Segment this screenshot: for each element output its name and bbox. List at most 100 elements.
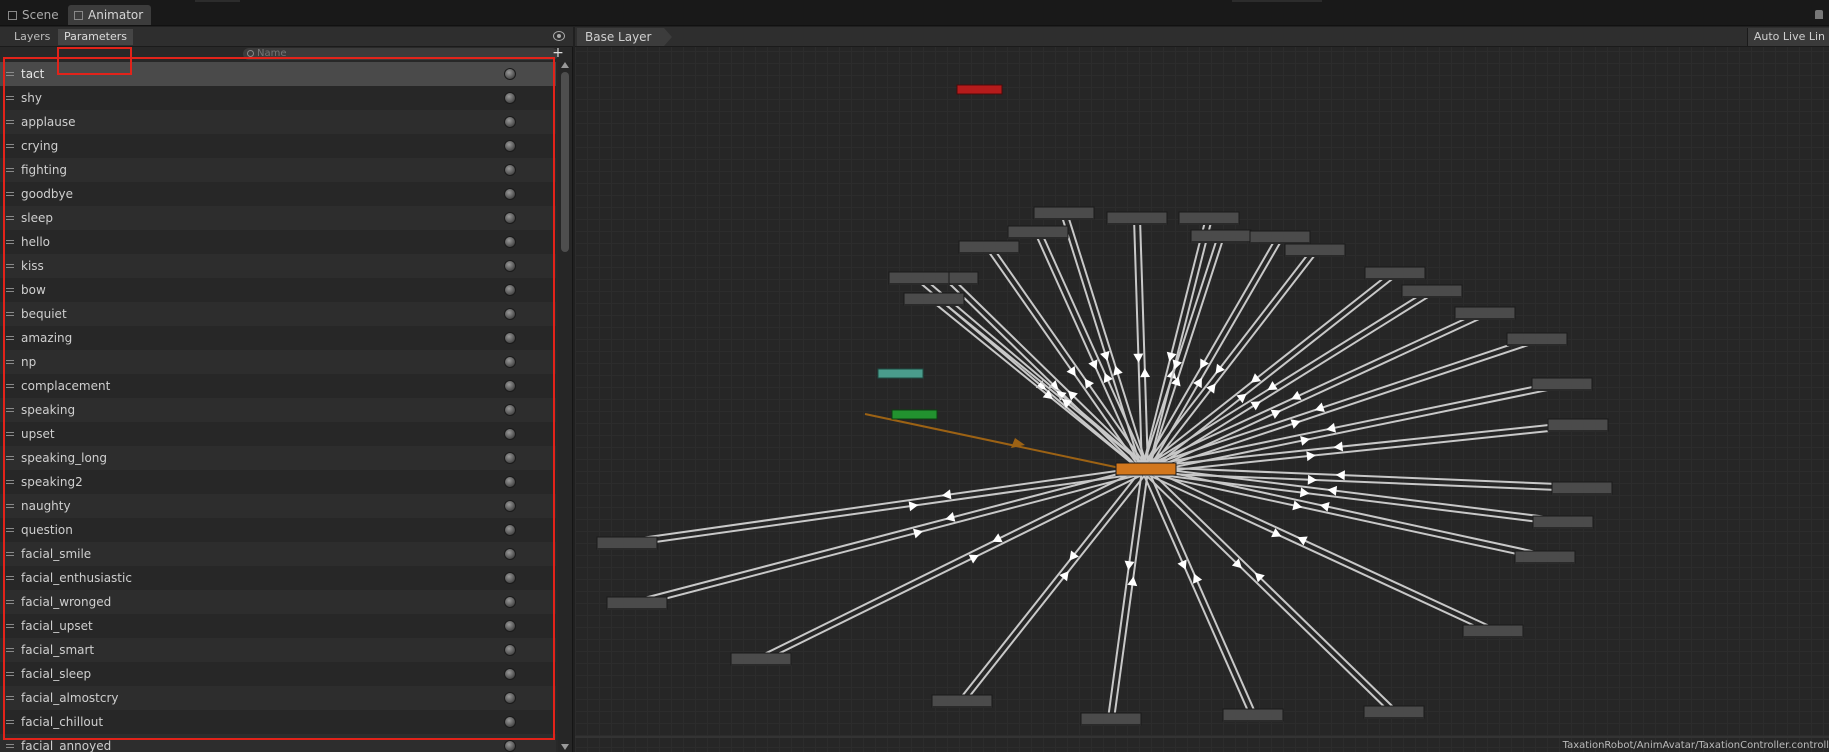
transition-arrow [1307, 474, 1317, 485]
state-node-shadow [607, 608, 667, 610]
divider [1232, 0, 1322, 2]
tab-animator[interactable]: Animator [68, 5, 152, 25]
transition-arrow [1300, 435, 1310, 446]
transition-line [626, 466, 1145, 542]
state-node [1514, 550, 1576, 564]
transition-line [761, 471, 1147, 663]
state-node [1222, 708, 1284, 722]
lock-icon[interactable] [1815, 10, 1823, 19]
state-node-shadow [1552, 493, 1612, 495]
state-node-shadow [1223, 720, 1283, 722]
transition-arrow [941, 489, 952, 500]
state-node [1007, 225, 1069, 239]
search-icon [247, 50, 254, 57]
state-node-shadow [731, 664, 791, 666]
any-state-node [877, 368, 924, 379]
state-node-shadow [1463, 636, 1523, 638]
scroll-thumb[interactable] [561, 72, 569, 252]
transition-line [1141, 217, 1208, 470]
window-tab-bar: Scene Animator [0, 0, 1829, 26]
state-node-shadow [1507, 344, 1567, 346]
animator-icon [74, 11, 83, 20]
transition-line [1142, 471, 1393, 715]
parameter-scrollbar[interactable] [558, 62, 572, 752]
drag-handle-icon[interactable] [6, 744, 14, 748]
state-node-shadow [1455, 318, 1515, 320]
state-node-shadow [1533, 527, 1593, 529]
state-node-shadow [1532, 389, 1592, 391]
state-node [1401, 284, 1463, 298]
state-node-shadow [1081, 724, 1141, 726]
transition-arrow [912, 528, 923, 539]
transition-arrow [1292, 500, 1303, 511]
transition-line [935, 295, 1148, 469]
state-node-shadow [932, 706, 992, 708]
state-node-shadow [1034, 218, 1094, 220]
default-state-node [1115, 462, 1177, 476]
state-node-shadow [597, 548, 657, 550]
state-node [730, 652, 792, 666]
tab-scene[interactable]: Scene [2, 5, 67, 25]
tab-layers[interactable]: Layers [8, 29, 56, 45]
state-node [1364, 266, 1426, 280]
entry-node [891, 409, 938, 420]
state-node [1454, 306, 1516, 320]
graph-horizontal-scrollbar[interactable] [575, 736, 1829, 738]
graph-header: Base Layer Auto Live Lin [575, 27, 1829, 47]
state-node [1532, 515, 1594, 529]
tab-animator-label: Animator [88, 8, 144, 22]
controller-path: TaxationRobot/AnimAvatar/TaxationControl… [1562, 740, 1829, 751]
state-node [1080, 712, 1142, 726]
state-node-shadow [959, 252, 1019, 254]
state-node [1178, 211, 1240, 225]
state-node [1033, 206, 1095, 220]
transition-arrow [1066, 366, 1076, 377]
state-node [1106, 211, 1168, 225]
transition-line [1143, 471, 1493, 635]
transition-line [759, 466, 1145, 658]
state-node-shadow [1365, 278, 1425, 280]
auto-live-link-button[interactable]: Auto Live Lin [1746, 28, 1829, 46]
state-node-shadow [889, 283, 949, 285]
trigger-toggle[interactable] [504, 740, 516, 752]
transition-arrow [1127, 576, 1138, 587]
parameter-list-highlight [3, 57, 555, 740]
state-node-shadow [1548, 430, 1608, 432]
scroll-up-arrow-icon[interactable] [561, 62, 569, 68]
divider [195, 0, 240, 2]
transition-arrow [1113, 365, 1123, 376]
transition-line [1146, 467, 1397, 711]
transition-line [637, 471, 1147, 607]
state-node [903, 292, 965, 306]
transition-arrow [1133, 353, 1144, 363]
transition-line [1146, 251, 1319, 473]
state-node-shadow [1285, 255, 1345, 257]
transition-line [945, 279, 1144, 473]
state-node [1284, 243, 1346, 257]
tab-parameters[interactable]: Parameters [58, 29, 133, 45]
state-node [1506, 332, 1568, 346]
state-node [596, 536, 658, 550]
transition-arrow [1319, 501, 1330, 512]
transition-arrow [1100, 350, 1110, 361]
transition-line [1145, 466, 1495, 630]
transition-arrow [908, 501, 919, 512]
transition-arrow [1306, 451, 1316, 462]
state-node [888, 271, 950, 285]
state-node [1547, 418, 1609, 432]
transition-line [1146, 468, 1257, 715]
scroll-down-arrow-icon[interactable] [561, 744, 569, 750]
state-node [1249, 230, 1311, 244]
state-node-shadow [1364, 717, 1424, 719]
state-node-shadow [1107, 223, 1167, 225]
state-machine-graph[interactable] [575, 48, 1829, 738]
eye-icon[interactable] [553, 31, 565, 41]
state-node [1551, 481, 1613, 495]
transition-arrow [1326, 422, 1336, 433]
state-node [931, 694, 993, 708]
state-node-shadow [1515, 562, 1575, 564]
animator-graph[interactable]: Base Layer Auto Live Lin TaxationRobot/A… [575, 27, 1829, 752]
state-node-shadow [1402, 296, 1462, 298]
breadcrumb[interactable]: Base Layer [577, 28, 671, 46]
state-node [606, 596, 668, 610]
